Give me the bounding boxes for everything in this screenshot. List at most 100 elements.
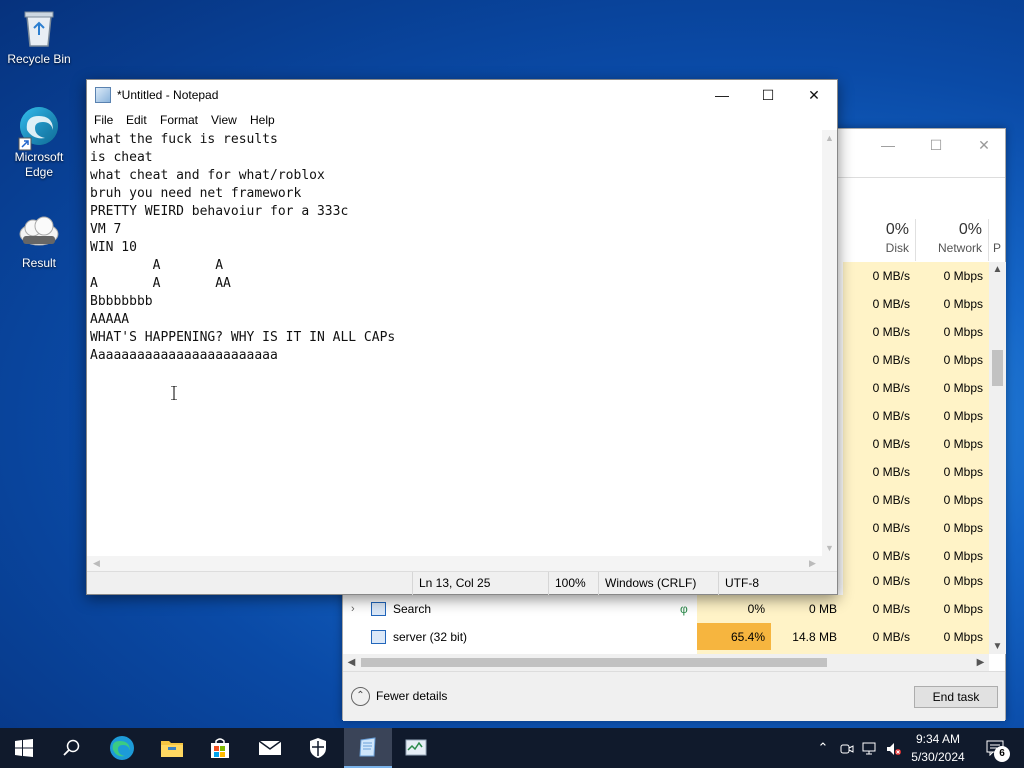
disk-cell: 0 MB/s: [843, 567, 916, 595]
window-title: *Untitled - Notepad: [117, 88, 219, 102]
cursor-position: Ln 13, Col 25: [412, 572, 548, 595]
editor-content[interactable]: what the fuck is results is cheat what c…: [90, 131, 395, 365]
microsoft-edge-desktop-icon[interactable]: Microsoft Edge: [4, 104, 74, 180]
menu-edit[interactable]: Edit: [122, 110, 151, 130]
scroll-down-icon[interactable]: ▼: [822, 543, 837, 553]
tm-horizontal-scrollbar[interactable]: ◀ ▶: [343, 654, 989, 671]
taskbar-file-explorer-button[interactable]: [148, 728, 196, 768]
search-button[interactable]: [48, 728, 96, 768]
maximize-button[interactable]: ☐: [745, 80, 791, 110]
suspended-leaf-icon: φ: [680, 602, 688, 616]
taskbar-task-manager-button[interactable]: [392, 728, 440, 768]
process-name: server (32 bit): [393, 630, 468, 644]
tm-footer: ⌃ Fewer details End task: [343, 671, 1005, 721]
notepad-window: *Untitled - Notepad — ☐ ✕ File Edit Form…: [86, 79, 838, 595]
network-cell: 0 Mbps: [916, 290, 989, 318]
network-cell: 0 Mbps: [916, 567, 989, 595]
menu-format[interactable]: Format: [156, 110, 202, 130]
clock[interactable]: 9:34 AM 5/30/2024: [904, 730, 972, 766]
search-icon: [371, 602, 386, 616]
scroll-down-icon[interactable]: ▼: [989, 641, 1006, 652]
text-editor[interactable]: what the fuck is results is cheat what c…: [87, 130, 822, 556]
taskbar-mail-button[interactable]: [246, 728, 294, 768]
disk-cell: 0 MB/s: [843, 595, 916, 623]
notification-center-button[interactable]: 6: [980, 728, 1016, 768]
tm-hscroll-thumb[interactable]: [361, 658, 827, 667]
taskbar-security-button[interactable]: [294, 728, 342, 768]
network-cell: 0 Mbps: [916, 262, 989, 290]
desktop-icon-label: Recycle Bin: [7, 52, 71, 66]
close-button[interactable]: ✕: [791, 80, 837, 110]
tm-column-label: P: [993, 241, 1002, 255]
menu-file[interactable]: File: [90, 110, 117, 130]
vertical-scrollbar[interactable]: ▲ ▼: [822, 130, 837, 556]
taskbar: ⌃ 9:34 AM 5/30/2024 6: [0, 728, 1024, 768]
result-desktop-icon[interactable]: Result: [4, 210, 74, 271]
tm-close-button[interactable]: ✕: [969, 135, 999, 155]
tm-column-pct: 0%: [958, 221, 982, 238]
text-cursor-icon: [171, 386, 177, 400]
tm-vertical-scrollbar[interactable]: ▲ ▼: [989, 262, 1006, 654]
notepad-titlebar[interactable]: *Untitled - Notepad — ☐ ✕: [87, 80, 837, 110]
scroll-right-icon[interactable]: ▶: [805, 556, 820, 571]
menu-view[interactable]: View: [207, 110, 241, 130]
scroll-left-icon[interactable]: ◀: [343, 654, 360, 671]
network-cell: 0 Mbps: [916, 374, 989, 402]
cpu-cell: 65.4%: [697, 623, 771, 651]
scroll-up-icon[interactable]: ▲: [989, 264, 1006, 275]
menu-help[interactable]: Help: [246, 110, 279, 130]
volume-muted-icon[interactable]: [884, 728, 904, 768]
clock-date: 5/30/2024: [911, 750, 965, 764]
edge-icon: [110, 736, 134, 760]
fewer-details-button[interactable]: ⌃ Fewer details: [351, 685, 447, 707]
zoom-level: 100%: [548, 572, 598, 595]
tm-maximize-button[interactable]: ☐: [921, 135, 951, 155]
tm-scroll-thumb[interactable]: [992, 350, 1003, 386]
table-row[interactable]: server (32 bit) 65.4% 14.8 MB 0 MB/s 0 Mbps: [343, 623, 989, 651]
disk-cell: 0 MB/s: [843, 402, 916, 430]
tm-column-network[interactable]: 0% Network: [916, 219, 989, 261]
recycle-bin-desktop-icon[interactable]: Recycle Bin: [4, 6, 74, 67]
meet-now-icon[interactable]: [838, 728, 856, 768]
notification-count-badge: 6: [994, 746, 1010, 762]
taskbar-store-button[interactable]: [196, 728, 244, 768]
tm-minimize-button[interactable]: —: [873, 135, 903, 155]
network-cell: 0 Mbps: [916, 430, 989, 458]
expand-chevron-icon[interactable]: ›: [351, 595, 355, 623]
chevron-up-icon: ⌃: [351, 687, 370, 707]
table-row[interactable]: › Search φ 0% 0 MB 0 MB/s 0 Mbps: [343, 595, 989, 623]
chevron-up-icon[interactable]: ⌃: [814, 728, 832, 768]
memory-cell: 0 MB: [771, 595, 843, 623]
status-bar: Ln 13, Col 25 100% Windows (CRLF) UTF-8: [87, 571, 837, 595]
fewer-details-label: Fewer details: [376, 689, 448, 703]
network-icon[interactable]: [860, 728, 880, 768]
disk-cell: 0 MB/s: [843, 486, 916, 514]
scroll-left-icon[interactable]: ◀: [89, 556, 104, 571]
tm-column-power[interactable]: P: [989, 219, 1007, 261]
taskbar-edge-button[interactable]: [98, 728, 146, 768]
task-manager-icon: [405, 739, 427, 756]
network-cell: 0 Mbps: [916, 623, 989, 651]
tm-column-disk[interactable]: 0% Disk: [843, 219, 916, 261]
start-button[interactable]: [0, 728, 48, 768]
disk-cell: 0 MB/s: [843, 458, 916, 486]
network-cell: 0 Mbps: [916, 346, 989, 374]
disk-cell: 0 MB/s: [843, 514, 916, 542]
end-task-button[interactable]: End task: [914, 686, 998, 708]
notepad-icon[interactable]: [95, 87, 111, 103]
network-cell: 0 Mbps: [916, 318, 989, 346]
horizontal-scrollbar[interactable]: ◀ ▶: [87, 556, 822, 571]
menu-bar: File Edit Format View Help: [87, 110, 837, 130]
taskbar-notepad-button[interactable]: [344, 728, 392, 768]
scroll-right-icon[interactable]: ▶: [972, 654, 989, 671]
recycle-bin-icon: [17, 6, 61, 50]
resize-corner[interactable]: [822, 556, 837, 571]
minimize-button[interactable]: —: [699, 80, 745, 110]
network-cell: 0 Mbps: [916, 595, 989, 623]
shield-icon: [310, 738, 326, 758]
disk-cell: 0 MB/s: [843, 346, 916, 374]
disk-cell: 0 MB/s: [843, 290, 916, 318]
scroll-up-icon[interactable]: ▲: [822, 133, 837, 143]
network-cell: 0 Mbps: [916, 402, 989, 430]
disk-cell: 0 MB/s: [843, 430, 916, 458]
